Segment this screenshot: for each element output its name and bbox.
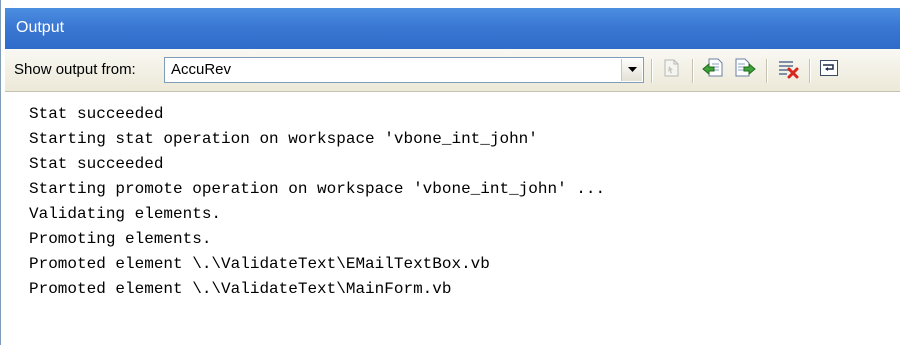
find-message-icon (660, 57, 682, 84)
output-line: Promoted element \.\ValidateText\MainFor… (29, 280, 452, 298)
output-window: Output Show output from: AccuRev Stat su… (0, 0, 900, 345)
dropdown-arrow-icon[interactable] (621, 59, 642, 81)
output-line: Promoted element \.\ValidateText\EMailTe… (29, 255, 490, 273)
output-text-area[interactable]: Stat succeeded Starting stat operation o… (5, 92, 900, 345)
toolbar-separator (692, 59, 694, 83)
go-to-next-message-icon (733, 57, 757, 84)
output-line: Starting promote operation on workspace … (29, 180, 606, 198)
output-line: Validating elements. (29, 205, 222, 223)
show-output-from-label: Show output from: (14, 61, 136, 78)
output-line: Starting stat operation on workspace 'vb… (29, 130, 538, 148)
panel-title: Output (16, 19, 65, 36)
output-source-dropdown[interactable]: AccuRev (164, 57, 644, 83)
output-line: Stat succeeded (29, 155, 164, 173)
clear-all-button[interactable] (774, 57, 802, 83)
toolbar-separator (766, 59, 768, 83)
toggle-word-wrap-icon (818, 57, 840, 84)
next-message-button[interactable] (731, 57, 759, 83)
previous-message-button[interactable] (699, 57, 727, 83)
toolbar-separator (809, 59, 811, 83)
output-line: Stat succeeded (29, 105, 164, 123)
output-toolbar: Show output from: AccuRev (5, 49, 900, 92)
output-line: Promoting elements. (29, 230, 212, 248)
find-message-button[interactable] (657, 57, 685, 83)
output-title-bar[interactable]: Output (5, 8, 900, 49)
toolbar-separator (651, 59, 653, 83)
clear-all-icon (776, 57, 800, 84)
output-source-value: AccuRev (171, 61, 232, 78)
word-wrap-button[interactable] (815, 57, 843, 83)
go-to-previous-message-icon (701, 57, 725, 84)
